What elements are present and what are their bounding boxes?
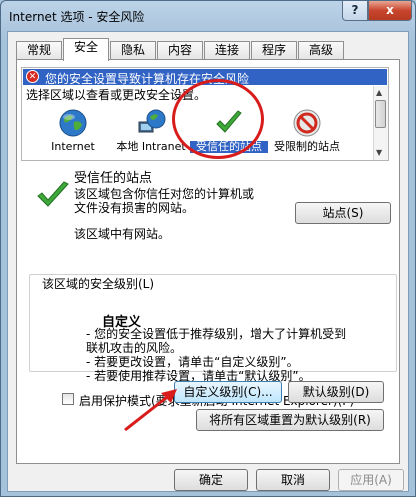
globe-icon bbox=[59, 109, 87, 137]
reset-all-zones-button[interactable]: 将所有区域重置为默认级别(R) bbox=[196, 409, 384, 431]
zone-local-intranet-label: 本地 Intranet bbox=[116, 140, 186, 153]
zone-internet[interactable]: Internet bbox=[34, 108, 112, 162]
tab-general[interactable]: 常规 bbox=[16, 41, 62, 60]
cancel-button[interactable]: 取消 bbox=[256, 469, 330, 491]
dialog-client: 常规 安全 隐私 内容 连接 程序 高级 ✕ 您的安全设置导致计算机存在安全风险… bbox=[7, 31, 409, 492]
security-level-label: 该区域的安全级别(L) bbox=[42, 275, 155, 292]
sites-button[interactable]: 站点(S) bbox=[295, 202, 391, 224]
level-desc-line-2: 联机攻击的风险。 bbox=[86, 341, 183, 355]
apply-button[interactable]: 应用(A) bbox=[338, 469, 404, 491]
title-bar[interactable]: Internet 选项 - 安全风险 ? x bbox=[1, 1, 415, 31]
internet-options-window: Internet 选项 - 安全风险 ? x 常规 安全 隐私 内容 连接 程序… bbox=[0, 0, 416, 497]
zone-instruction: 选择区域以查看或更改安全设置。 bbox=[26, 88, 207, 102]
zone-restricted-sites-label: 受限制的站点 bbox=[274, 140, 340, 153]
warning-x-icon: ✕ bbox=[26, 70, 39, 83]
selected-zone-checkmark-icon bbox=[37, 181, 69, 207]
tab-advanced[interactable]: 高级 bbox=[298, 41, 344, 60]
zone-restricted-sites[interactable]: 受限制的站点 bbox=[268, 108, 346, 162]
window-title: Internet 选项 - 安全风险 bbox=[9, 10, 145, 24]
blocked-icon bbox=[293, 109, 321, 137]
description-line-1: 该区域包含你信任对您的计算机或 bbox=[74, 187, 255, 201]
help-button[interactable]: ? bbox=[342, 1, 368, 21]
scroll-thumb[interactable] bbox=[375, 100, 386, 128]
ok-button[interactable]: 确定 bbox=[174, 469, 248, 491]
scroll-up-icon[interactable]: ▲ bbox=[376, 88, 382, 97]
level-desc-line-3: - 若要更改设置，请单击“自定义级别”。 bbox=[86, 355, 299, 369]
tab-security[interactable]: 安全 bbox=[63, 38, 109, 61]
tab-content[interactable]: 内容 bbox=[157, 41, 203, 60]
zone-trusted-sites[interactable]: 受信任的站点 bbox=[190, 108, 268, 162]
zone-list-scrollbar[interactable]: ▲ ▼ bbox=[373, 86, 388, 160]
close-icon: x bbox=[386, 3, 394, 17]
zone-local-intranet[interactable]: 本地 Intranet bbox=[112, 108, 190, 162]
custom-level-button[interactable]: 自定义级别(C)... bbox=[174, 381, 282, 403]
selected-zone-description: 该区域包含你信任对您的计算机或 文件没有损害的网站。 bbox=[74, 187, 254, 215]
security-level-description: - 您的安全设置低于推荐级别，增大了计算机受到 联机攻击的风险。 - 若要更改设… bbox=[86, 327, 346, 383]
zone-internet-label: Internet bbox=[51, 140, 95, 153]
default-level-button[interactable]: 默认级别(D) bbox=[288, 381, 384, 403]
tab-programs[interactable]: 程序 bbox=[251, 41, 297, 60]
level-desc-line-1: - 您的安全设置低于推荐级别，增大了计算机受到 bbox=[86, 327, 347, 341]
zone-list: ✕ 您的安全设置导致计算机存在安全风险 选择区域以查看或更改安全设置。 Inte… bbox=[21, 67, 389, 161]
security-warning-bar: ✕ 您的安全设置导致计算机存在安全风险 bbox=[23, 69, 387, 86]
zone-trusted-sites-label: 受信任的站点 bbox=[190, 141, 268, 153]
zone-sites-note: 该区域中有网站。 bbox=[74, 227, 171, 241]
tab-privacy[interactable]: 隐私 bbox=[110, 41, 156, 60]
tab-connections[interactable]: 连接 bbox=[204, 41, 250, 60]
warning-text: 您的安全设置导致计算机存在安全风险 bbox=[45, 72, 250, 86]
scroll-down-icon[interactable]: ▼ bbox=[376, 148, 382, 157]
protected-mode-checkbox[interactable] bbox=[62, 393, 74, 405]
intranet-icon bbox=[138, 109, 166, 133]
close-button[interactable]: x bbox=[368, 1, 412, 21]
description-line-2: 文件没有损害的网站。 bbox=[74, 201, 195, 215]
checkmark-icon bbox=[216, 110, 242, 133]
selected-zone-title: 受信任的站点 bbox=[74, 171, 153, 186]
